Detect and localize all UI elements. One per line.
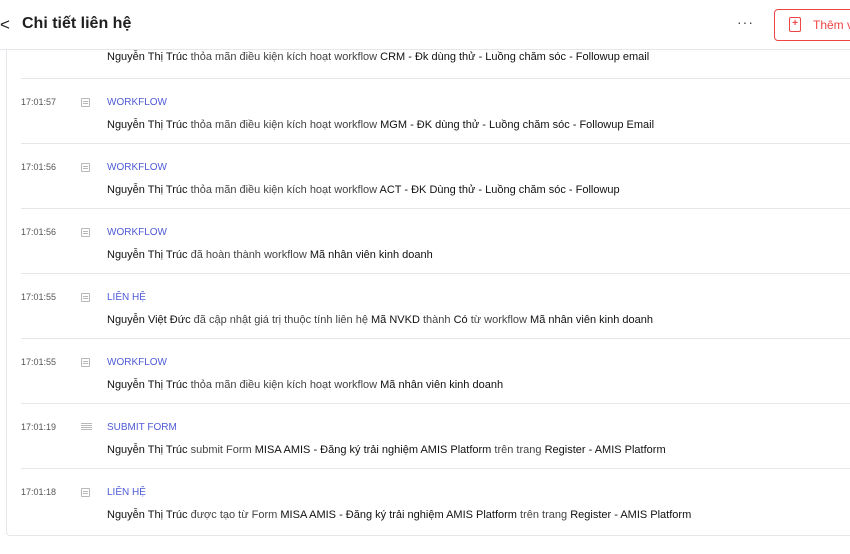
activity-time: 17:01:56 xyxy=(21,162,57,172)
activity-entity: Mã nhân viên kinh doanh xyxy=(309,249,433,261)
activity-text: thỏa mãn điều kiện kích hoạt workflow xyxy=(190,119,378,131)
activity-row: 17:01:19 SUBMIT FORM Nguyễn Thị Trúc submi… xyxy=(21,404,850,469)
activity-entity: Nguyễn Thị Trúc xyxy=(107,379,188,391)
activity-description: Nguyễn Thị Trúc đã hoàn thành workflow M… xyxy=(107,249,433,261)
activity-type: LIÊN HỆ xyxy=(107,292,146,303)
activity-entity: Nguyễn Thị Trúc xyxy=(107,119,188,131)
activity-description: Nguyễn Thị Trúc thỏa mãn điều kiện kích … xyxy=(107,184,620,196)
activity-description: Nguyễn Thị Trúc thỏa mãn điều kiện kích … xyxy=(107,51,649,63)
activity-entity: Register - AMIS Platform xyxy=(570,509,692,521)
activity-time: 17:01:57 xyxy=(21,97,57,107)
activity-entity: Có xyxy=(453,314,468,326)
activity-text: trên trang xyxy=(520,509,568,521)
activity-time: 17:01:55 xyxy=(21,292,57,302)
activity-type: LIÊN HỆ xyxy=(107,487,146,498)
activity-type: WORKFLOW xyxy=(107,227,167,238)
activity-type: WORKFLOW xyxy=(107,162,167,173)
activity-description: Nguyễn Việt Đức đã cập nhật giá trị thuộ… xyxy=(107,314,653,326)
activity-entity: Nguyễn Việt Đức xyxy=(107,314,191,326)
contact-icon xyxy=(81,293,90,302)
workflow-icon xyxy=(81,98,90,107)
activity-text: từ workflow xyxy=(470,314,527,326)
activity-time: 17:01:18 xyxy=(21,487,57,497)
activity-text: submit Form xyxy=(190,444,252,456)
activity-entity: Nguyễn Thị Trúc xyxy=(107,249,188,261)
activity-row: 17:01:57 WORKFLOW Nguyễn Thị Trúc thỏa mãn… xyxy=(21,79,850,144)
activity-text: thỏa mãn điều kiện kích hoạt workflow xyxy=(190,379,378,391)
activity-entity: ACT - ĐK Dùng thử - Luồng chăm sóc - Fol… xyxy=(379,184,620,196)
activity-row: 17:01:56 WORKFLOW Nguyễn Thị Trúc thỏa mãn… xyxy=(21,144,850,209)
activity-text: đã cập nhật giá trị thuộc tính liên hệ xyxy=(193,314,368,326)
activity-description: Nguyễn Thị Trúc thỏa mãn điều kiện kích … xyxy=(107,119,654,131)
form-icon xyxy=(81,423,92,431)
activity-description: Nguyễn Thị Trúc được tạo từ Form MISA AM… xyxy=(107,509,691,521)
activity-row: 17:01:56 WORKFLOW Nguyễn Thị Trúc đã hoàn … xyxy=(21,209,850,274)
activity-type: WORKFLOW xyxy=(107,97,167,108)
activity-entity: MISA AMIS - Đăng ký trải nghiệm AMIS Pla… xyxy=(254,444,492,456)
activity-text: được tạo từ Form xyxy=(190,509,278,521)
activity-entity: Mã NVKD xyxy=(371,314,420,326)
activity-text: thành xyxy=(422,314,451,326)
workflow-icon xyxy=(81,358,90,367)
back-arrow-icon[interactable]: < xyxy=(0,15,12,35)
workflow-icon xyxy=(81,228,90,237)
activity-timeline: Nguyễn Thị Trúc thỏa mãn điều kiện kích … xyxy=(6,50,850,536)
activity-description: Nguyễn Thị Trúc thỏa mãn điều kiện kích … xyxy=(107,379,503,391)
activity-type: WORKFLOW xyxy=(107,357,167,368)
activity-entity: Nguyễn Thị Trúc xyxy=(107,184,188,196)
activity-row: 17:01:55 LIÊN HỆ Nguyễn Việt Đức đã cập nh… xyxy=(21,274,850,339)
activity-row: 17:01:18 LIÊN HỆ Nguyễn Thị Trúc được tạo … xyxy=(21,469,850,535)
activity-description: Nguyễn Thị Trúc submit Form MISA AMIS - … xyxy=(107,444,666,456)
activity-text: thỏa mãn điều kiện kích hoạt workflow xyxy=(190,51,378,63)
activity-text: trên trang xyxy=(494,444,542,456)
activity-time: 17:01:56 xyxy=(21,227,57,237)
activity-entity: Nguyễn Thị Trúc xyxy=(107,509,188,521)
activity-entity: Register - AMIS Platform xyxy=(544,444,666,456)
activity-text: thỏa mãn điều kiện kích hoạt workflow xyxy=(190,184,378,196)
workflow-icon xyxy=(81,163,90,172)
activity-time: 17:01:19 xyxy=(21,422,57,432)
activity-entity: Nguyễn Thị Trúc xyxy=(107,51,188,63)
activity-time: 17:01:55 xyxy=(21,357,57,367)
activity-entity: CRM - Đk dùng thử - Luồng chăm sóc - Fol… xyxy=(380,51,650,63)
activity-entity: Mã nhân viên kinh doanh xyxy=(380,379,504,391)
activity-entity: Nguyễn Thị Trúc xyxy=(107,444,188,456)
activity-type: SUBMIT FORM xyxy=(107,422,177,433)
activity-entity: Mã nhân viên kinh doanh xyxy=(530,314,653,326)
contact-icon xyxy=(81,488,90,497)
activity-row: 17:01:55 WORKFLOW Nguyễn Thị Trúc thỏa mãn… xyxy=(21,339,850,404)
activity-text: đã hoàn thành workflow xyxy=(190,249,307,261)
activity-row: Nguyễn Thị Trúc thỏa mãn điều kiện kích … xyxy=(21,0,850,79)
activity-entity: MGM - ĐK dùng thử - Luồng chăm sóc - Fol… xyxy=(380,119,655,131)
activity-entity: MISA AMIS - Đăng ký trải nghiệm AMIS Pla… xyxy=(280,509,517,521)
